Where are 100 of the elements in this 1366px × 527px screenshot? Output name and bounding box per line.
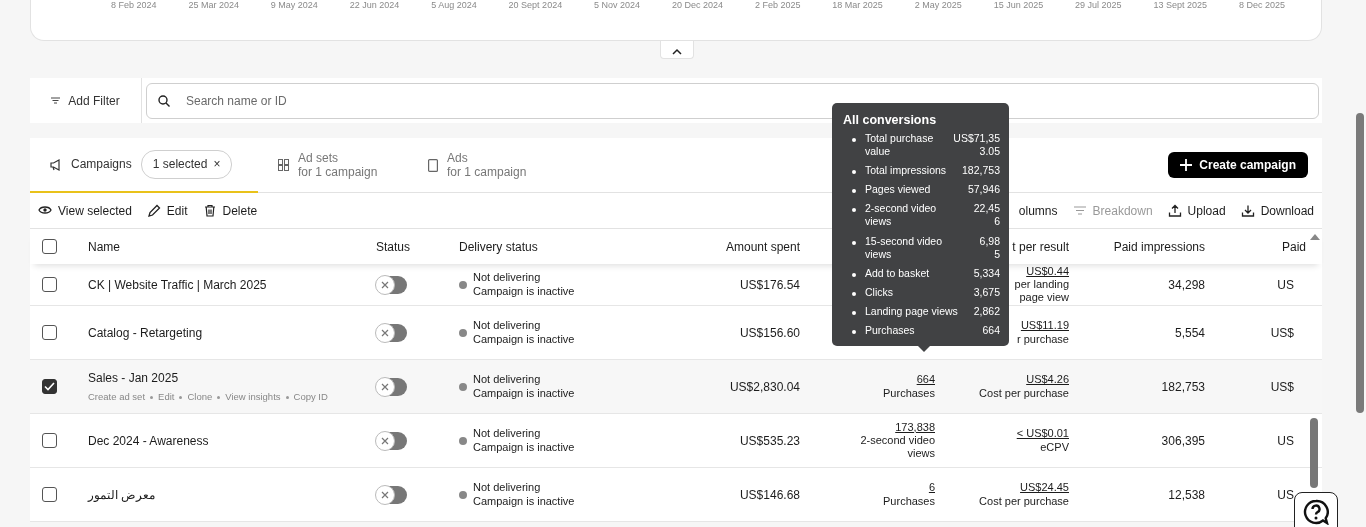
column-header[interactable]: Paid (1281, 239, 1306, 254)
results-value[interactable]: 664 (800, 373, 935, 387)
filter-lines-icon (1072, 204, 1087, 217)
cost-value[interactable]: < US$0.01 (935, 427, 1069, 441)
toolbar-button[interactable]: Upload (1167, 201, 1226, 220)
toggle-switch[interactable] (376, 275, 407, 294)
action-link[interactable]: Copy ID (293, 389, 328, 405)
results-label: 2-second video views (859, 433, 935, 461)
tab[interactable]: Ads for 1 campaign (408, 138, 558, 192)
selection-chip[interactable]: 1 selected × (140, 150, 233, 179)
campaign-name[interactable]: Catalog - Retargeting (88, 323, 376, 342)
checkbox[interactable] (42, 487, 57, 502)
tab[interactable]: Campaigns 1 selected × (30, 138, 258, 193)
metric-value: 5,334 (973, 266, 1000, 280)
x-icon (381, 490, 389, 499)
amount-spent: US$146.68 (738, 486, 800, 504)
create-campaign-button[interactable]: Create campaign (1168, 152, 1308, 178)
column-header[interactable]: Amount spent (725, 239, 800, 254)
separator-dot (285, 395, 289, 399)
action-link[interactable]: Clone (187, 389, 213, 405)
status-dot (459, 328, 467, 337)
column-header[interactable]: t per result (1012, 239, 1069, 254)
axis-date: 13 Sept 2025 (1153, 0, 1208, 10)
metric-label: Total purchase value (865, 131, 935, 158)
paid-value: US$ (1270, 325, 1294, 340)
axis-date: 5 Nov 2024 (594, 0, 641, 10)
results-label: Purchases (882, 386, 935, 400)
results-label: Purchases (882, 494, 935, 508)
chip-label: 1 selected (152, 157, 208, 172)
status-dot (459, 490, 467, 499)
checkbox[interactable] (42, 325, 57, 340)
checkbox[interactable] (42, 239, 57, 254)
delivery-detail: Campaign is inactive (473, 284, 575, 298)
paid-impressions: 34,298 (1167, 276, 1205, 294)
toggle-switch[interactable] (376, 485, 407, 504)
axis-date: 29 Jul 2025 (1075, 0, 1122, 10)
checkbox[interactable] (42, 433, 57, 448)
cost-label: eCPV (1039, 440, 1069, 454)
tab-subtitle: for 1 campaign (298, 165, 378, 180)
results-value[interactable]: 6 (800, 481, 935, 495)
metric-label: 2-second video views (865, 202, 938, 229)
cost-value[interactable]: US$4.26 (935, 373, 1069, 387)
toolbar-button[interactable]: olumns (1018, 201, 1058, 220)
x-icon (381, 328, 389, 337)
axis-date: 22 Jun 2024 (349, 0, 400, 10)
axis-date: 9 May 2024 (270, 0, 318, 10)
collapse-button[interactable] (660, 41, 694, 59)
axis-date: 20 Dec 2024 (671, 0, 723, 10)
x-icon (381, 280, 389, 289)
delivery-status: Not delivering (473, 319, 542, 333)
campaign-name[interactable]: CK | Website Traffic | March 2025 (88, 275, 376, 294)
add-filter-button[interactable]: Add Filter (30, 78, 142, 123)
axis-date: 25 Mar 2024 (188, 0, 239, 10)
column-header[interactable]: Name (88, 239, 120, 254)
campaign-name[interactable]: Sales - Jan 2025 (88, 368, 376, 387)
toolbar-button[interactable]: Edit (146, 201, 188, 220)
toggle-switch[interactable] (376, 323, 407, 342)
plus-icon (1180, 159, 1193, 171)
paid-impressions: 306,395 (1160, 432, 1205, 450)
toggle-switch[interactable] (376, 431, 407, 450)
action-link[interactable]: Create ad set (88, 389, 146, 405)
cost-label: r purchase (1016, 332, 1069, 346)
toolbar-button[interactable]: Download (1240, 201, 1314, 220)
delivery-status: Not delivering (473, 427, 542, 441)
checkbox[interactable] (42, 379, 57, 394)
amount-spent: US$535.23 (738, 432, 800, 450)
tab-subtitle: for 1 campaign (447, 165, 527, 180)
campaign-name[interactable]: معرض التمور (88, 485, 376, 504)
pencil-icon (146, 204, 161, 217)
cost-label: per landing page view (1013, 277, 1069, 305)
column-header[interactable]: Paid impressions (1113, 239, 1205, 254)
phone-icon (428, 158, 438, 172)
toolbar-button[interactable]: Delete (202, 201, 258, 220)
scrollbar[interactable] (1356, 113, 1364, 413)
help-button[interactable] (1294, 492, 1338, 527)
paid-impressions: 182,753 (1160, 378, 1205, 396)
chevron-up-icon (672, 48, 682, 56)
status-dot (459, 436, 467, 445)
toggle-switch[interactable] (376, 377, 407, 396)
upload-icon (1167, 204, 1182, 217)
tab-label: Ads (447, 150, 469, 165)
cost-value[interactable]: US$24.45 (935, 481, 1069, 495)
column-header[interactable]: Status (376, 239, 411, 254)
scrollbar[interactable] (1310, 418, 1318, 488)
checkbox[interactable] (42, 277, 57, 292)
results-value[interactable]: 173,838 (800, 420, 935, 434)
column-header[interactable]: Delivery status (459, 239, 538, 254)
tab[interactable]: Ad sets for 1 campaign (258, 138, 408, 192)
metric-value: 664 (982, 324, 1000, 338)
action-link[interactable]: Edit (158, 389, 175, 405)
axis-date: 5 Aug 2024 (431, 0, 477, 10)
chip-close-icon[interactable]: × (213, 157, 221, 172)
scroll-up-arrow-icon[interactable] (1310, 234, 1320, 240)
filter-icon (51, 97, 61, 104)
metric-label: Add to basket (865, 266, 930, 280)
axis-date: 2 May 2025 (914, 0, 962, 10)
action-link[interactable]: View insights (225, 389, 281, 405)
axis-date: 15 Jun 2025 (993, 0, 1044, 10)
toolbar-button[interactable]: View selected (38, 201, 132, 220)
campaign-name[interactable]: Dec 2024 - Awareness (88, 431, 376, 450)
